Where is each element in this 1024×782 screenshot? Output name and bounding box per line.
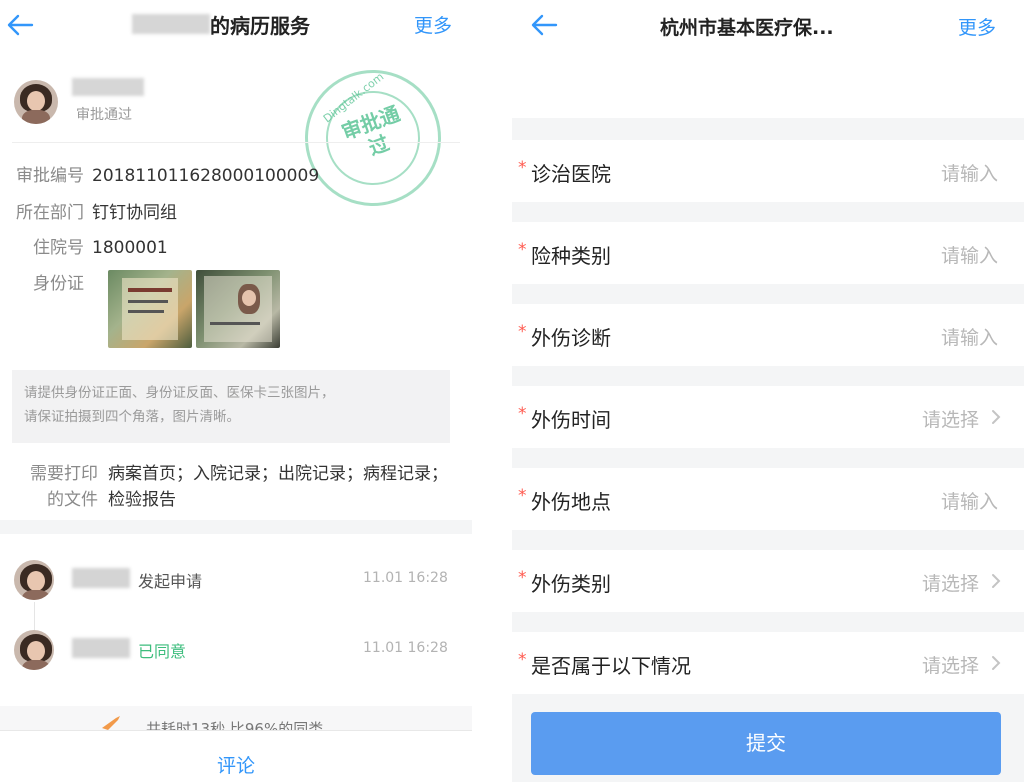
approval-detail-screen: 的病历服务 更多 审批通过 Dingtalk.com 审批通过 审批编号 2018… bbox=[0, 0, 472, 782]
required-mark: * bbox=[518, 158, 527, 178]
flow-time: 11.01 16:28 bbox=[363, 640, 448, 656]
form-screen: 杭州市基本医疗保... 更多 * 诊治医院 请输入 * 险种类别 请输入 * 外伤诊断 请输入 *… bbox=[512, 0, 1024, 782]
field-placeholder[interactable]: 请输入 bbox=[941, 159, 998, 186]
page-title: 的病历服务 bbox=[210, 14, 310, 38]
approval-status-label: 审批通过 bbox=[76, 107, 132, 123]
flow-time: 11.01 16:28 bbox=[363, 570, 448, 586]
back-arrow-icon[interactable] bbox=[4, 8, 38, 42]
field-label: 外伤类别 bbox=[531, 572, 611, 596]
upload-hint: 请提供身份证正面、身份证反面、医保卡三张图片， 请保证拍摄到四个角落，图片清晰。 bbox=[12, 370, 450, 443]
id-card-back-image[interactable] bbox=[196, 270, 280, 348]
form-row[interactable]: * 外伤时间 请选择 bbox=[512, 386, 1024, 448]
field-placeholder[interactable]: 请输入 bbox=[941, 241, 998, 268]
field-placeholder[interactable]: 请输入 bbox=[941, 487, 998, 514]
rocket-icon bbox=[102, 716, 120, 730]
form-row[interactable]: * 外伤类别 请选择 bbox=[512, 550, 1024, 612]
field-approval-number: 审批编号 201811011628000100009 bbox=[16, 166, 320, 186]
section-separator bbox=[512, 118, 1024, 140]
flow-connector bbox=[34, 602, 35, 632]
approver-name-redacted bbox=[72, 638, 130, 658]
field-hospital-number: 住院号 1800001 bbox=[33, 238, 168, 258]
field-label: 诊治医院 bbox=[531, 162, 611, 186]
row-separator bbox=[512, 612, 1024, 632]
duration-stat: 共耗时13秒,比96%的同类 bbox=[0, 706, 472, 730]
page-title: 杭州市基本医疗保... bbox=[660, 17, 834, 39]
applicant-name-redacted bbox=[72, 568, 130, 588]
field-placeholder[interactable]: 请选择 bbox=[922, 405, 979, 432]
form-row[interactable]: * 险种类别 请输入 bbox=[512, 222, 1024, 284]
id-card-front-image[interactable] bbox=[108, 270, 192, 348]
row-separator bbox=[512, 448, 1024, 468]
flow-action-submitted: 发起申请 bbox=[138, 572, 203, 591]
more-button[interactable]: 更多 bbox=[414, 11, 452, 38]
avatar bbox=[14, 80, 58, 124]
chevron-right-icon bbox=[992, 574, 1001, 588]
row-separator bbox=[512, 366, 1024, 386]
field-id-card: 身份证 bbox=[33, 274, 84, 294]
avatar bbox=[14, 560, 54, 600]
chevron-right-icon bbox=[992, 656, 1001, 670]
field-placeholder[interactable]: 请选择 bbox=[922, 569, 979, 596]
applicant-name-redacted bbox=[72, 78, 144, 96]
form-row[interactable]: * 是否属于以下情况 请选择 bbox=[512, 632, 1024, 694]
field-label: 是否属于以下情况 bbox=[531, 654, 691, 678]
field-label: 外伤时间 bbox=[531, 408, 611, 432]
submit-button[interactable]: 提交 bbox=[531, 712, 1001, 775]
section-separator bbox=[0, 520, 472, 534]
left-nav-bar: 的病历服务 更多 bbox=[0, 0, 472, 50]
applicant-name-redacted bbox=[132, 14, 210, 34]
comment-button[interactable]: 评论 bbox=[217, 751, 255, 778]
field-label: 外伤诊断 bbox=[531, 326, 611, 350]
required-mark: * bbox=[518, 240, 527, 260]
required-mark: * bbox=[518, 322, 527, 342]
form-row[interactable]: * 诊治医院 请输入 bbox=[512, 140, 1024, 202]
field-department: 所在部门 钉钉协同组 bbox=[16, 203, 177, 223]
approved-stamp: Dingtalk.com 审批通过 bbox=[285, 50, 461, 226]
field-placeholder[interactable]: 请输入 bbox=[941, 323, 998, 350]
approval-number-value: 201811011628000100009 bbox=[92, 166, 320, 186]
chevron-right-icon bbox=[992, 410, 1001, 424]
row-separator bbox=[512, 202, 1024, 222]
required-mark: * bbox=[518, 404, 527, 424]
required-mark: * bbox=[518, 650, 527, 670]
field-label: 外伤地点 bbox=[531, 490, 611, 514]
back-arrow-icon[interactable] bbox=[528, 8, 562, 42]
screen-gap bbox=[472, 0, 512, 782]
required-mark: * bbox=[518, 568, 527, 588]
flow-action-approved: 已同意 bbox=[138, 642, 187, 661]
more-button[interactable]: 更多 bbox=[958, 13, 996, 40]
right-nav-bar: 杭州市基本医疗保... 更多 bbox=[512, 0, 1024, 50]
form-row[interactable]: * 外伤地点 请输入 bbox=[512, 468, 1024, 530]
required-mark: * bbox=[518, 486, 527, 506]
divider bbox=[12, 142, 460, 143]
field-label: 险种类别 bbox=[531, 244, 611, 268]
comment-bar: 评论 bbox=[0, 730, 472, 782]
form-row[interactable]: * 外伤诊断 请输入 bbox=[512, 304, 1024, 366]
row-separator bbox=[512, 284, 1024, 304]
field-placeholder[interactable]: 请选择 bbox=[922, 651, 979, 678]
row-separator bbox=[512, 530, 1024, 550]
avatar bbox=[14, 630, 54, 670]
